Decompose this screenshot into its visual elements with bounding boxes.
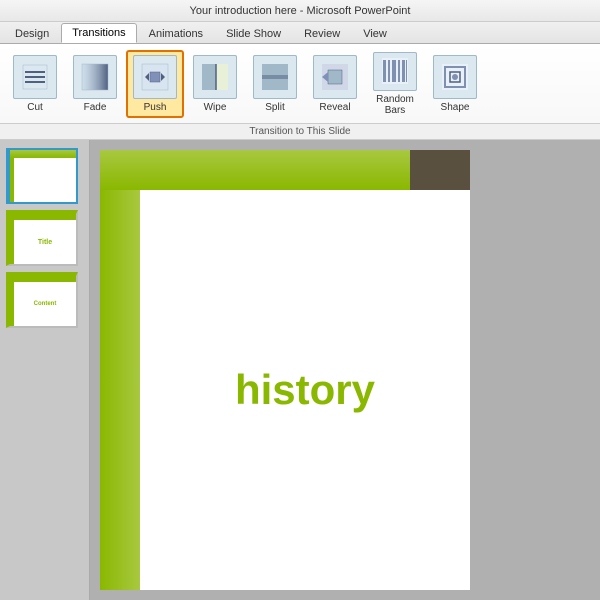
ribbon-tabs: Design Transitions Animations Slide Show… [0, 22, 600, 44]
transition-shape[interactable]: Shape [426, 50, 484, 118]
slide-thumb-2[interactable]: Title [6, 210, 78, 266]
transition-reveal[interactable]: Reveal [306, 50, 364, 118]
transition-randombars[interactable]: Random Bars [366, 50, 424, 118]
slide-panel: Title Content [0, 140, 90, 600]
reveal-icon [313, 55, 357, 99]
slide-green-top [100, 150, 410, 190]
push-icon [133, 55, 177, 99]
title-text: Your introduction here - Microsoft Power… [190, 5, 411, 17]
reveal-label: Reveal [319, 102, 350, 113]
slide-white-area: history [140, 190, 470, 590]
wipe-label: Wipe [204, 102, 227, 113]
slide-thumb-3[interactable]: Content [6, 272, 78, 328]
slide-history-text: history [235, 366, 375, 414]
transition-label-text: Transition to This Slide [249, 126, 350, 137]
wipe-icon [193, 55, 237, 99]
fade-label: Fade [84, 102, 107, 113]
ribbon: Cut Fade [0, 44, 600, 124]
slide-container: history [100, 150, 470, 590]
transition-split[interactable]: Split [246, 50, 304, 118]
transition-wipe[interactable]: Wipe [186, 50, 244, 118]
tab-animations[interactable]: Animations [138, 23, 214, 43]
split-icon [253, 55, 297, 99]
randombars-label: Random Bars [368, 94, 422, 116]
tab-slideshow[interactable]: Slide Show [215, 23, 292, 43]
transition-section-label: Transition to This Slide [0, 124, 600, 140]
cut-icon [13, 55, 57, 99]
shape-icon [433, 55, 477, 99]
slide-green-left [100, 190, 140, 590]
tab-view[interactable]: View [352, 23, 398, 43]
main-area: Title Content history [0, 140, 600, 600]
fade-icon [73, 55, 117, 99]
tab-review[interactable]: Review [293, 23, 351, 43]
title-bar: Your introduction here - Microsoft Power… [0, 0, 600, 22]
slide-thumb-1[interactable] [6, 148, 78, 204]
randombars-icon [373, 52, 417, 91]
shape-label: Shape [441, 102, 470, 113]
slide-canvas: history [90, 140, 600, 600]
cut-label: Cut [27, 102, 43, 113]
transition-push[interactable]: Push [126, 50, 184, 118]
tab-design[interactable]: Design [4, 23, 60, 43]
push-label: Push [144, 102, 167, 113]
split-label: Split [265, 102, 284, 113]
transition-fade[interactable]: Fade [66, 50, 124, 118]
tab-transitions[interactable]: Transitions [61, 23, 136, 43]
transition-cut[interactable]: Cut [6, 50, 64, 118]
